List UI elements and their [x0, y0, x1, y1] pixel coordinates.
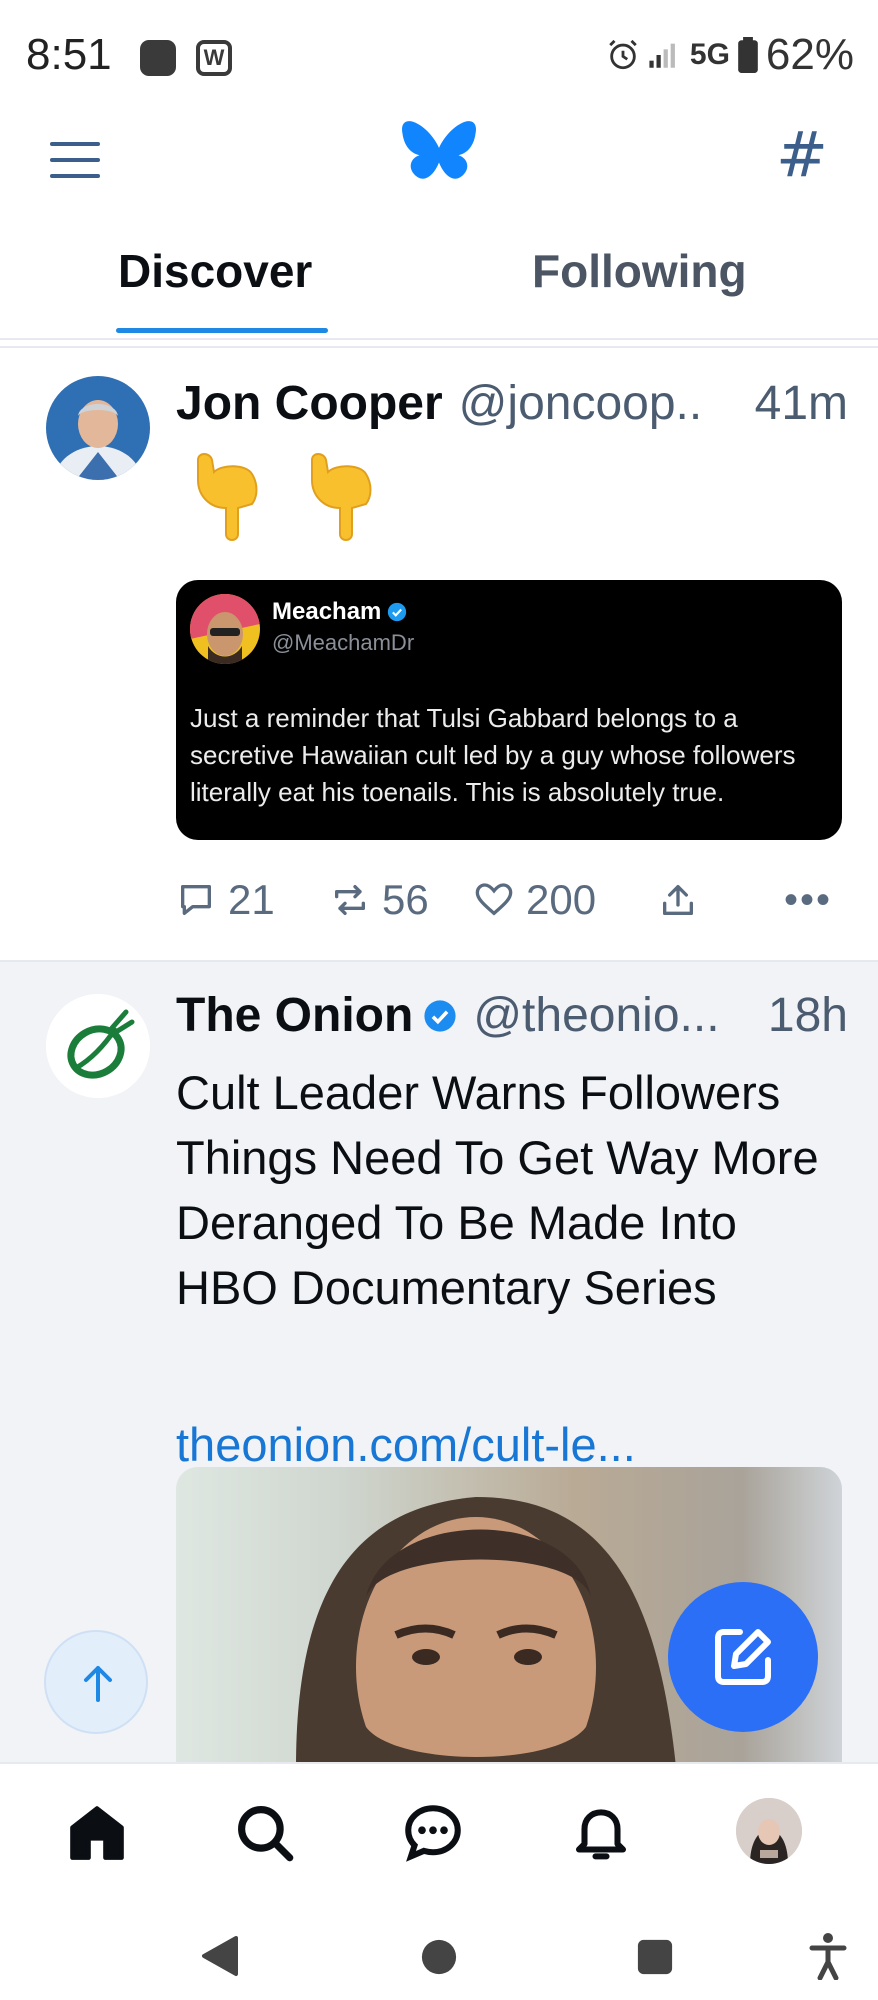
post-time[interactable]: 18h [768, 988, 848, 1043]
battery-percent: 62% [765, 30, 854, 79]
status-bar: 8:51 W 5G 62% [0, 0, 878, 110]
bottom-navigation [0, 1762, 878, 1898]
notifications-icon[interactable] [568, 1800, 634, 1866]
chat-icon[interactable] [400, 1800, 466, 1866]
reply-button[interactable]: 21 [176, 876, 296, 924]
like-button[interactable]: 200 [474, 876, 624, 924]
more-options-icon[interactable]: ••• [784, 878, 832, 923]
compose-icon [715, 1629, 771, 1685]
accessibility-icon[interactable] [808, 1932, 848, 1980]
share-icon [663, 885, 693, 915]
embed-handle: @MeachamDr [272, 630, 415, 655]
post-text: Cult Leader Warns Followers Things Need … [176, 1066, 819, 1314]
arrow-up-icon [84, 1666, 112, 1702]
back-icon[interactable] [200, 1934, 240, 1978]
embed-avatar [190, 594, 260, 664]
post-header: Jon Cooper @joncoop.. 41m [176, 376, 848, 431]
butterfly-logo[interactable] [400, 115, 478, 193]
post-author[interactable]: Jon Cooper [176, 376, 443, 431]
network-type: 5G [689, 38, 730, 71]
reply-icon [181, 885, 211, 915]
repost-count: 56 [382, 876, 429, 923]
system-navigation [0, 1898, 878, 2000]
reply-count: 21 [228, 876, 275, 923]
post-text [186, 448, 380, 544]
verified-icon [424, 999, 456, 1032]
status-time: 8:51 [26, 30, 112, 79]
app-notification-icon [140, 40, 176, 76]
pointing-down-emoji-icon [197, 453, 258, 541]
like-count: 200 [526, 876, 597, 923]
app-header: # [0, 110, 878, 230]
feed-tabs: Discover Following [0, 230, 878, 340]
alarm-icon [609, 39, 637, 70]
compose-button[interactable] [668, 1582, 818, 1732]
embed-author-name: Meacham [272, 598, 382, 625]
home-circle-icon[interactable] [420, 1938, 458, 1976]
pointing-down-emoji-icon [311, 453, 372, 541]
post-time[interactable]: 41m [755, 376, 848, 431]
post-actions: 21 56 200 ••• [176, 870, 846, 930]
home-icon[interactable] [64, 1800, 130, 1866]
battery-icon [738, 37, 758, 73]
hamburger-menu-icon[interactable] [48, 132, 104, 188]
verified-icon [388, 602, 407, 622]
recents-icon[interactable] [636, 1938, 674, 1976]
embedded-screenshot[interactable]: Meacham @MeachamDr Just a reminder that … [176, 580, 842, 840]
post-header: The Onion @theonio... 18h [176, 988, 848, 1043]
post-handle[interactable]: @joncoop.. [459, 376, 703, 431]
status-right: 5G 62% [606, 30, 854, 80]
tab-discover[interactable]: Discover [118, 244, 312, 298]
hashtag-icon[interactable]: # [776, 118, 828, 191]
embed-text: Just a reminder that Tulsi Gabbard belon… [190, 703, 796, 807]
embed-author: Meacham [272, 598, 407, 626]
share-button[interactable] [658, 880, 698, 920]
active-tab-indicator [116, 328, 328, 333]
repost-icon [335, 885, 365, 915]
repost-button[interactable]: 56 [330, 876, 436, 924]
profile-avatar[interactable] [736, 1798, 802, 1864]
avatar[interactable] [46, 376, 150, 480]
post-handle[interactable]: @theonio... [473, 988, 719, 1043]
w-app-icon: W [196, 40, 232, 76]
avatar[interactable] [46, 994, 150, 1098]
search-icon[interactable] [232, 1800, 298, 1866]
tab-following[interactable]: Following [532, 244, 747, 298]
feed-post[interactable]: Jon Cooper @joncoop.. 41m Meacham @Meach… [0, 348, 878, 962]
heart-icon [475, 883, 513, 916]
post-author[interactable]: The Onion [176, 988, 413, 1043]
post-link[interactable]: theonion.com/cult-le... [176, 1417, 636, 1472]
signal-icon [649, 43, 675, 68]
scroll-to-top-button[interactable] [44, 1630, 148, 1734]
